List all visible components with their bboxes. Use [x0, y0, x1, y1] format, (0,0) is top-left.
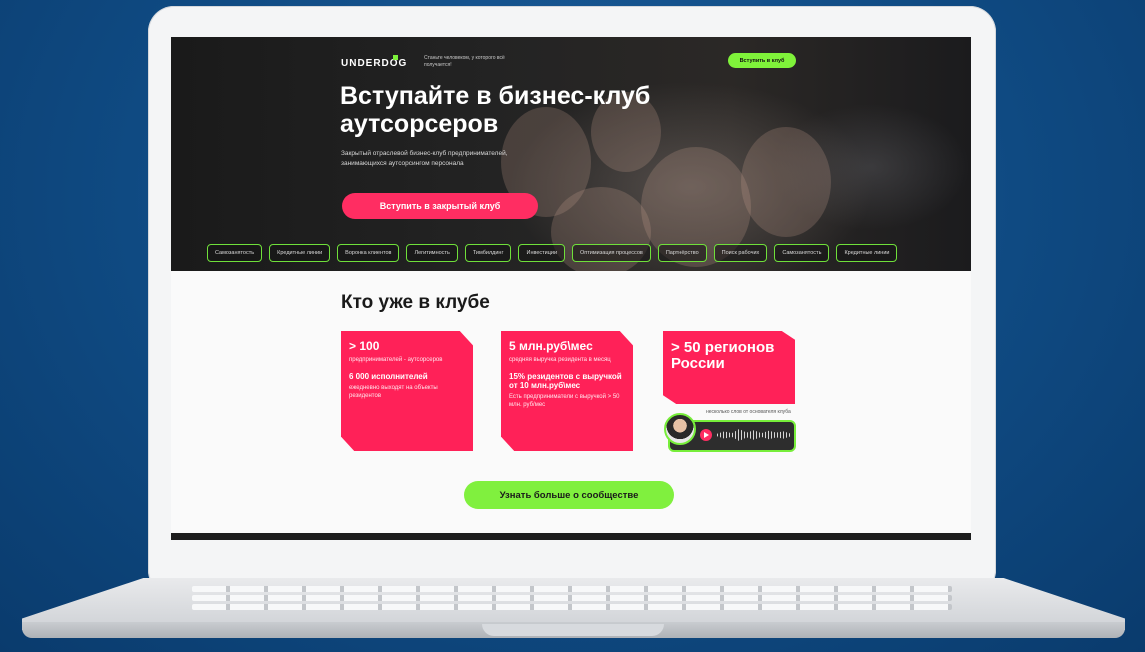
stat-card-headline: 5 млн.руб\мес: [509, 339, 593, 353]
tag-item[interactable]: Тимбилдинг: [464, 244, 512, 262]
footer-bar: [171, 533, 971, 540]
founder-avatar: [664, 413, 696, 445]
laptop-notch: [482, 624, 664, 636]
audio-caption: несколько слов от основателя клуба: [706, 409, 791, 415]
stat-card-subheadline: 6 000 исполнителей: [349, 372, 428, 381]
keyboard: [192, 586, 952, 614]
tag-item[interactable]: Кредитные линии: [836, 244, 898, 262]
hero-title: Вступайте в бизнес-клуб аутсорсеров: [340, 82, 651, 138]
stat-card-caption: Есть предприниматели с выручкой > 50 млн…: [509, 394, 620, 408]
tag-item[interactable]: Инвестиции: [518, 244, 566, 262]
join-closed-club-button[interactable]: Вступить в закрытый клуб: [342, 193, 538, 219]
stat-card-subheadline: 15% резидентов с выручкой от 10 млн.руб\…: [509, 372, 622, 390]
learn-more-button[interactable]: Узнать больше о сообществе: [464, 481, 674, 509]
site-tagline: Станьте человеком, у которого всё получа…: [424, 55, 505, 68]
club-section-title: Кто уже в клубе: [341, 292, 490, 313]
tag-item[interactable]: Кредитные линии: [269, 244, 331, 262]
stat-card-caption: ежедневно выходят на объекты резидентов: [349, 385, 438, 399]
tag-item[interactable]: Партнёрство: [657, 244, 707, 262]
topic-tags: Самозанятость Кредитные линии Воронка клие…: [207, 244, 904, 262]
hero-subtitle: Закрытый отраслевой бизнес-клуб предприн…: [341, 150, 508, 167]
logo-mark-icon: [393, 55, 398, 60]
stat-card-regions: > 50 регионов России: [663, 331, 795, 404]
stat-card-revenue: 5 млн.руб\мес средняя выручка резидента …: [501, 331, 633, 451]
play-icon[interactable]: [700, 429, 712, 441]
join-club-button[interactable]: Вступить в клуб: [728, 53, 796, 68]
tag-item[interactable]: Самозанятость: [774, 244, 830, 262]
laptop-base: [22, 578, 1125, 650]
tag-item[interactable]: Легитимность: [406, 244, 458, 262]
laptop-screen: UNDERDOG Станьте человеком, у которого в…: [171, 37, 971, 540]
tag-item[interactable]: Самозанятость: [207, 244, 263, 262]
stat-card-caption: предпринимателей - аутсорсеров: [349, 357, 443, 363]
stat-card-headline: > 50 регионов России: [671, 339, 775, 372]
tag-item[interactable]: Оптимизация процессов: [572, 244, 651, 262]
tag-item[interactable]: Поиск рабочих: [713, 244, 768, 262]
tag-item[interactable]: Воронка клиентов: [337, 244, 400, 262]
stat-card-headline: > 100: [349, 339, 380, 353]
stat-card-entrepreneurs: > 100 предпринимателей - аутсорсеров 6 0…: [341, 331, 473, 451]
stat-card-caption: средняя выручка резидента в месяц: [509, 357, 611, 363]
hero-section: UNDERDOG Станьте человеком, у которого в…: [171, 37, 971, 271]
